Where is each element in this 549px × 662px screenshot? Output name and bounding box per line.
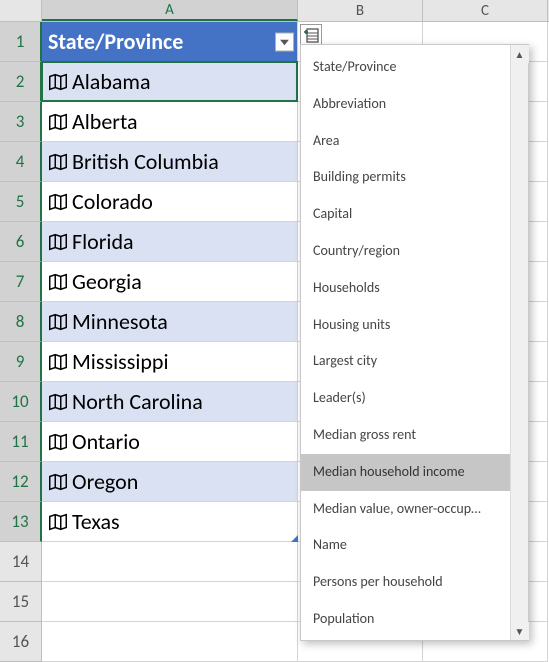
data-cell[interactable]: Texas: [42, 502, 298, 542]
cell-value: Georgia: [72, 262, 142, 302]
row-header[interactable]: 11: [0, 422, 42, 462]
row-header[interactable]: 3: [0, 102, 42, 142]
empty-cell[interactable]: [42, 542, 298, 582]
row-header[interactable]: 2: [0, 62, 42, 102]
dropdown-item[interactable]: State/Province: [301, 49, 528, 86]
field-dropdown: State/ProvinceAbbreviationAreaBuilding p…: [300, 44, 529, 641]
map-icon: [46, 271, 70, 293]
data-cell[interactable]: Colorado: [42, 182, 298, 222]
data-cell[interactable]: Georgia: [42, 262, 298, 302]
map-icon: [46, 111, 70, 133]
map-icon: [46, 511, 70, 533]
dropdown-item[interactable]: Capital: [301, 196, 528, 233]
row-header[interactable]: 7: [0, 262, 42, 302]
cell-value: Florida: [72, 222, 134, 262]
cell-value: Ontario: [72, 422, 140, 462]
row-header[interactable]: 6: [0, 222, 42, 262]
data-cell[interactable]: Mississippi: [42, 342, 298, 382]
insert-data-icon: [303, 27, 319, 43]
row-header[interactable]: 9: [0, 342, 42, 382]
empty-cell[interactable]: [42, 622, 298, 662]
cell-value: British Columbia: [72, 142, 219, 182]
row-header[interactable]: 13: [0, 502, 42, 542]
map-icon: [46, 391, 70, 413]
dropdown-item[interactable]: Persons per household: [301, 564, 528, 601]
row-header[interactable]: 16: [0, 622, 42, 662]
map-icon: [46, 231, 70, 253]
dropdown-item[interactable]: Name: [301, 527, 528, 564]
table-header-cell[interactable]: State/Province: [42, 22, 298, 62]
cell-value: Alberta: [72, 102, 138, 142]
map-icon: [46, 431, 70, 453]
map-icon: [46, 191, 70, 213]
dropdown-item[interactable]: Building permits: [301, 159, 528, 196]
data-cell[interactable]: Alabama: [42, 62, 298, 102]
data-cell[interactable]: Ontario: [42, 422, 298, 462]
cell-value: Colorado: [72, 182, 153, 222]
dropdown-item[interactable]: Median household income: [301, 454, 528, 491]
map-icon: [46, 471, 70, 493]
dropdown-item[interactable]: Abbreviation: [301, 86, 528, 123]
map-icon: [46, 311, 70, 333]
select-all-corner[interactable]: [0, 0, 42, 21]
cell-value: Mississippi: [72, 342, 169, 382]
data-cell[interactable]: Florida: [42, 222, 298, 262]
scroll-down-arrow[interactable]: ▼: [511, 622, 529, 640]
row-header[interactable]: 4: [0, 142, 42, 182]
row-header[interactable]: 10: [0, 382, 42, 422]
dropdown-item[interactable]: Leader(s): [301, 380, 528, 417]
table-header-label: State/Province: [48, 28, 183, 55]
row-header[interactable]: 8: [0, 302, 42, 342]
row-header[interactable]: 1: [0, 22, 42, 62]
dropdown-item[interactable]: Largest city: [301, 343, 528, 380]
dropdown-item[interactable]: Population: [301, 601, 528, 638]
row-header[interactable]: 5: [0, 182, 42, 222]
row-header[interactable]: 15: [0, 582, 42, 622]
map-icon: [46, 71, 70, 93]
dropdown-scrollbar[interactable]: ▲ ▼: [510, 45, 528, 640]
data-cell[interactable]: Alberta: [42, 102, 298, 142]
data-cell[interactable]: British Columbia: [42, 142, 298, 182]
column-header-A[interactable]: A: [42, 0, 298, 21]
cell-value: North Carolina: [72, 382, 203, 422]
row-header[interactable]: 14: [0, 542, 42, 582]
data-cell[interactable]: Oregon: [42, 462, 298, 502]
insert-data-button[interactable]: [300, 24, 322, 46]
column-header-B[interactable]: B: [298, 0, 423, 21]
map-icon: [46, 351, 70, 373]
data-cell[interactable]: Minnesota: [42, 302, 298, 342]
cell-value: Texas: [72, 502, 120, 542]
dropdown-item[interactable]: Median gross rent: [301, 417, 528, 454]
cell-value: Minnesota: [72, 302, 168, 342]
dropdown-item[interactable]: Area: [301, 123, 528, 160]
scroll-up-arrow[interactable]: ▲: [511, 45, 529, 63]
empty-cell[interactable]: [42, 582, 298, 622]
row-header[interactable]: 12: [0, 462, 42, 502]
data-cell[interactable]: North Carolina: [42, 382, 298, 422]
dropdown-item[interactable]: Households: [301, 270, 528, 307]
column-header-C[interactable]: C: [423, 0, 548, 21]
dropdown-item[interactable]: Median value, owner-occup…: [301, 491, 528, 528]
filter-dropdown-button[interactable]: [275, 32, 294, 51]
dropdown-item[interactable]: Country/region: [301, 233, 528, 270]
cell-value: Alabama: [72, 62, 151, 102]
map-icon: [46, 151, 70, 173]
column-headers-row: A B C: [0, 0, 549, 22]
cell-value: Oregon: [72, 462, 138, 502]
dropdown-item[interactable]: Housing units: [301, 307, 528, 344]
